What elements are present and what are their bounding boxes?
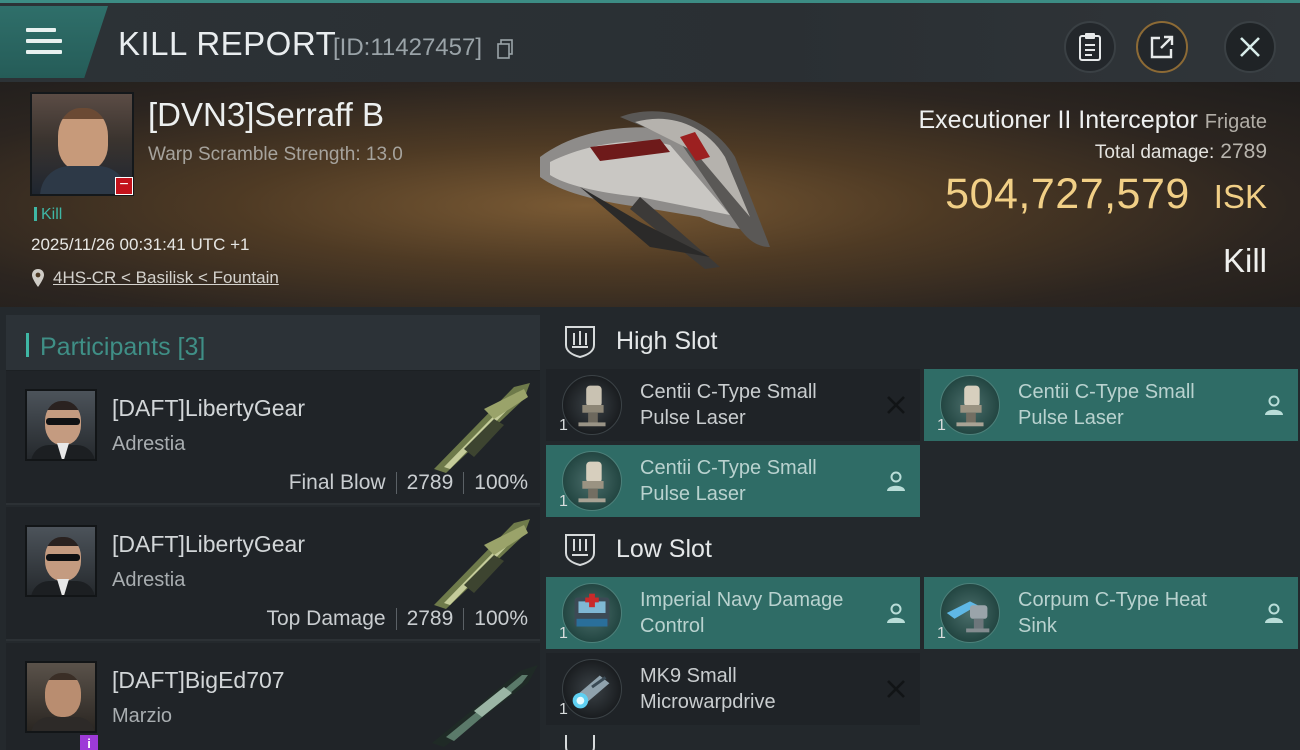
module-name: MK9 Small Microwarpdrive [640,665,776,713]
module-high-3[interactable]: 1 Centii C-Type Small Pulse Laser [546,445,920,517]
pulse-laser-icon [940,375,1000,435]
avatar[interactable] [25,661,97,733]
module-quantity: 1 [559,417,568,434]
pulse-laser-icon [562,451,622,511]
isk-value-row: 504,727,579 ISK [945,170,1267,219]
x-icon [887,396,905,414]
module-high-1[interactable]: 1 Centii C-Type Small Pulse Laser [546,369,920,441]
person-icon [1265,603,1283,623]
high-slot-header: High Slot [546,313,1300,369]
medium-slot-header [546,735,1300,750]
heat-sink-icon [940,583,1000,643]
participant-ship-image [434,519,530,609]
low-slot-label: Low Slot [616,534,712,563]
participant-role: Top Damage [266,607,386,630]
isk-value: 504,727,579 [945,170,1190,218]
module-quantity: 1 [559,625,568,642]
participant-name: [DAFT]LibertyGear [112,395,305,421]
ship-name[interactable]: Executioner II Interceptor Frigate [918,106,1267,135]
clipboard-icon [1079,33,1101,61]
location-pin-icon [32,269,44,287]
damage-control-icon [562,583,622,643]
warp-scramble-strength: Warp Scramble Strength: 13.0 [148,144,403,165]
participant-stats: Final Blow 2789 100% [289,471,528,495]
participants-title: Participants [3] [40,333,206,361]
participant-name: [DAFT]LibertyGear [112,531,305,557]
copy-icon[interactable] [497,39,513,59]
medium-slot-icon [565,735,595,750]
module-low-2[interactable]: 1 Corpum C-Type Heat Sink [924,577,1298,649]
kill-location[interactable]: 4HS-CR < Basilisk < Fountain [31,268,279,288]
participant-stats: Top Damage 2789 100% [266,607,528,631]
participant-percent: 100% [474,471,528,494]
clipboard-button[interactable] [1064,21,1116,73]
ship-class: Frigate [1204,111,1267,133]
person-icon [887,471,905,491]
low-slot-header: Low Slot [546,521,1300,577]
victim-name[interactable]: [DVN3]Serraff B [148,96,384,134]
participants-panel: Participants [3] [DAFT]LibertyGear Adres… [0,307,540,750]
participant-name: [DAFT]BigEd707 [112,667,285,693]
share-icon [1150,35,1174,59]
participant-row[interactable]: i [DAFT]BigEd707 Marzio [6,643,540,750]
participant-row[interactable]: [DAFT]LibertyGear Adrestia Top Damage 27… [6,507,540,641]
info-badge: i [80,735,98,750]
module-low-3[interactable]: 1 MK9 Small Microwarpdrive [546,653,920,725]
fitting-panel: High Slot 1 Centii C-Type Small Pulse La… [540,307,1300,750]
isk-unit: ISK [1213,178,1267,215]
participant-ship: Marzio [112,705,173,727]
report-id: [ID:11427457] [333,34,483,61]
hostile-badge: − [115,177,133,195]
participant-damage: 2789 [406,471,454,494]
module-name: Imperial Navy Damage Control [640,589,844,637]
person-icon [887,603,905,623]
pulse-laser-icon [562,375,622,435]
module-quantity: 1 [937,625,946,642]
total-damage-value: 2789 [1220,140,1267,163]
module-quantity: 1 [559,493,568,510]
participant-ship-image [432,665,538,747]
result-label: Kill [1222,242,1267,279]
person-icon [1265,395,1283,415]
module-high-2[interactable]: 1 Centii C-Type Small Pulse Laser [924,369,1298,441]
participant-damage: 2789 [406,607,454,630]
participant-ship: Adrestia [112,569,186,591]
ship-type: Executioner II Interceptor [918,106,1198,134]
share-button[interactable] [1136,21,1188,73]
victim-panel: − [DVN3]Serraff B Warp Scramble Strength… [0,82,1300,307]
close-button[interactable] [1224,21,1276,73]
low-slot-icon [565,534,595,567]
total-damage-label: Total damage: [1094,142,1215,163]
avatar[interactable] [25,389,97,461]
microwarpdrive-icon [562,659,622,719]
ship-image [540,111,770,269]
total-damage: Total damage: 2789 [1095,140,1267,164]
module-name: Corpum C-Type Heat Sink [1018,589,1207,637]
kill-datetime: 2025/11/26 00:31:41 UTC +1 [31,235,250,254]
kill-tag: Kill [34,206,62,224]
module-name: Centii C-Type Small Pulse Laser [640,381,817,429]
high-slot-label: High Slot [616,326,718,355]
module-low-1[interactable]: 1 Imperial Navy Damage Control [546,577,920,649]
participant-role: Final Blow [288,471,386,494]
participant-percent: 100% [474,607,528,630]
high-slot-icon [565,326,595,359]
hamburger-menu-icon[interactable] [26,28,62,58]
module-quantity: 1 [937,417,946,434]
module-name: Centii C-Type Small Pulse Laser [1018,381,1195,429]
menu-button[interactable] [0,6,108,78]
x-icon [887,680,905,698]
participant-ship-image [434,383,530,473]
close-icon [1240,37,1260,57]
module-quantity: 1 [559,701,568,718]
location-link[interactable]: 4HS-CR < Basilisk < Fountain [53,268,279,288]
module-name: Centii C-Type Small Pulse Laser [640,457,817,505]
page-title: KILL REPORT [118,25,337,62]
participants-header: Participants [3] [6,315,540,371]
avatar[interactable] [25,525,97,597]
participant-row[interactable]: [DAFT]LibertyGear Adrestia Final Blow 27… [6,371,540,505]
title-bar: KILL REPORT [ID:11427457] [0,0,1300,82]
participant-ship: Adrestia [112,433,186,455]
